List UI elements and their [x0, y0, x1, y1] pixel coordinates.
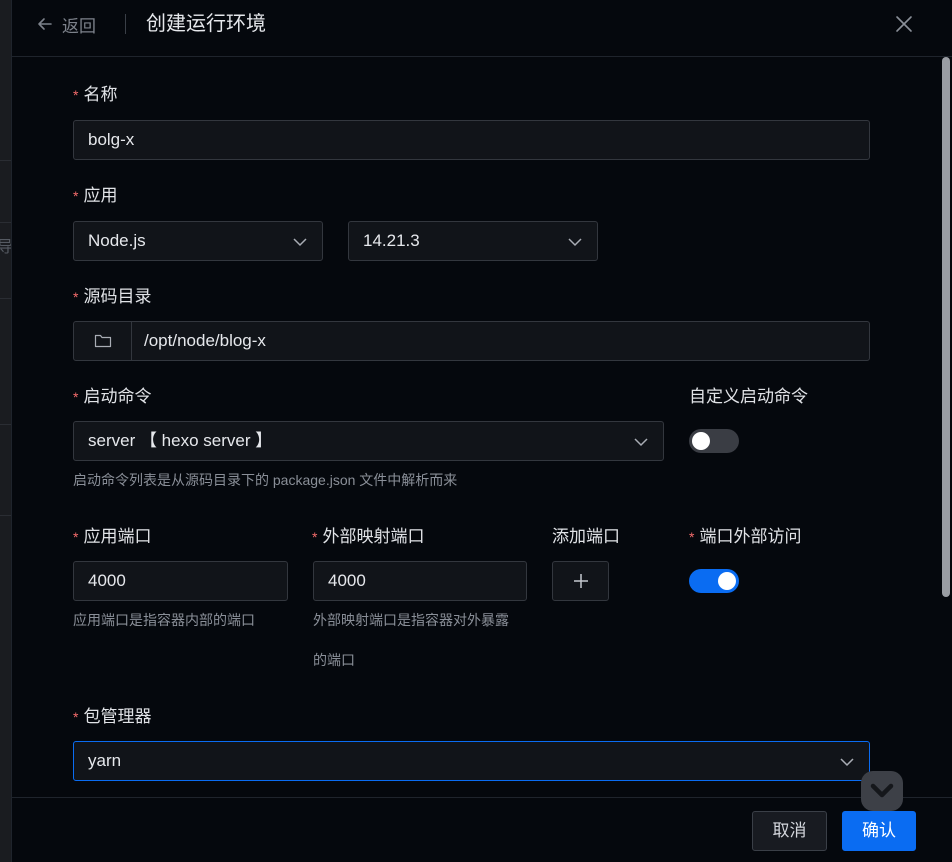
- confirm-button[interactable]: 确认: [842, 811, 916, 851]
- ext-port-hint-line1: 外部映射端口是指容器对外暴露: [313, 612, 509, 628]
- source-dir-input[interactable]: /opt/node/blog-x: [73, 321, 870, 361]
- backdrop-divider: [0, 222, 11, 223]
- backdrop-page: 导: [0, 0, 11, 862]
- app-port-hint: 应用端口是指容器内部的端口: [73, 612, 255, 628]
- start-cmd-label: * 启动命令: [73, 387, 152, 406]
- add-port-button[interactable]: [552, 561, 609, 601]
- required-mark: *: [312, 529, 318, 545]
- folder-picker-button[interactable]: [74, 322, 132, 360]
- backdrop-divider: [0, 515, 11, 516]
- name-label: * 名称: [73, 85, 118, 104]
- ext-port-hint-line2: 的端口: [313, 652, 355, 668]
- app-label: * 应用: [73, 186, 118, 205]
- external-access-switch[interactable]: [689, 569, 739, 593]
- add-port-label: 添加端口: [552, 527, 620, 546]
- app-port-input[interactable]: 4000: [73, 561, 288, 601]
- backdrop-divider: [0, 160, 11, 161]
- required-mark: *: [73, 389, 79, 405]
- back-label: 返回: [62, 16, 96, 36]
- header-divider: [125, 14, 126, 34]
- required-mark: *: [73, 188, 79, 204]
- cancel-button[interactable]: 取消: [752, 811, 827, 851]
- start-cmd-hint: 启动命令列表是从源码目录下的 package.json 文件中解析而来: [73, 472, 458, 488]
- chevron-down-icon: [870, 783, 894, 798]
- custom-cmd-switch[interactable]: [689, 429, 739, 453]
- backdrop-divider: [0, 424, 11, 425]
- back-button[interactable]: 返回: [36, 12, 96, 36]
- drawer-header: 返回 创建运行环境: [12, 0, 952, 57]
- required-mark: *: [689, 529, 695, 545]
- external-access-label: * 端口外部访问: [689, 527, 802, 546]
- chevron-down-icon: [568, 238, 582, 247]
- drawer-title: 创建运行环境: [146, 13, 266, 35]
- backdrop-text: 导: [0, 239, 11, 256]
- switch-knob: [692, 432, 710, 450]
- source-dir-label: * 源码目录: [73, 287, 152, 306]
- chevron-down-icon: [634, 438, 648, 447]
- scrollbar[interactable]: [940, 57, 952, 797]
- required-mark: *: [73, 529, 79, 545]
- pkg-manager-select[interactable]: yarn: [73, 741, 870, 781]
- required-mark: *: [73, 87, 79, 103]
- switch-knob: [718, 572, 736, 590]
- chevron-down-icon: [293, 238, 307, 247]
- arrow-left-icon: [38, 18, 52, 30]
- version-select[interactable]: 14.21.3: [348, 221, 598, 261]
- create-runtime-drawer: 返回 创建运行环境 * 名称 bolg-x * 应用 Node.js 14.21.3…: [11, 0, 952, 862]
- start-cmd-select[interactable]: server 【 hexo server 】: [73, 421, 664, 461]
- ext-port-input[interactable]: 4000: [313, 561, 527, 601]
- required-mark: *: [73, 289, 79, 305]
- app-port-label: * 应用端口: [73, 527, 152, 546]
- ext-port-label: * 外部映射端口: [312, 527, 425, 546]
- scrollbar-thumb[interactable]: [942, 57, 950, 597]
- custom-cmd-label: 自定义启动命令: [689, 387, 808, 406]
- required-mark: *: [73, 709, 79, 725]
- backdrop-divider: [0, 298, 11, 299]
- plus-icon: [573, 574, 588, 588]
- chevron-down-icon: [840, 758, 854, 767]
- drawer-footer: 取消 确认: [12, 797, 952, 862]
- scroll-down-button[interactable]: [861, 771, 903, 811]
- app-select[interactable]: Node.js: [73, 221, 323, 261]
- close-icon[interactable]: [892, 12, 916, 36]
- folder-icon: [94, 334, 111, 348]
- name-input[interactable]: bolg-x: [73, 120, 870, 160]
- pkg-manager-label: * 包管理器: [73, 707, 152, 726]
